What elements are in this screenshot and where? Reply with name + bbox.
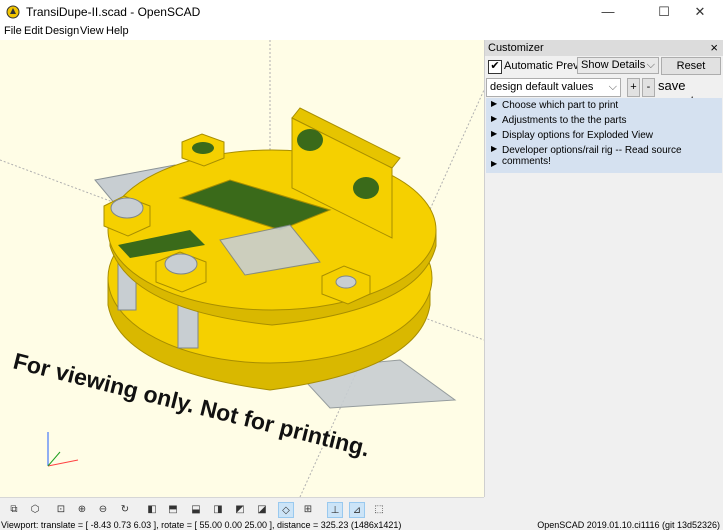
expand-triangle-icon: ▶ xyxy=(491,114,498,123)
view-left-icon[interactable]: ◨ xyxy=(210,502,226,518)
view-toolbar: ⧉ ⬡ ⊡ ⊕ ⊖ ↻ ◧ ⬒ ⬓ ◨ ◩ ◪ ◇ ⊞ ⊥ ⊿ ⬚ xyxy=(0,497,484,522)
preset-dropdown[interactable]: design default values ⌵ xyxy=(486,78,621,97)
show-edges-icon[interactable]: ⬚ xyxy=(371,502,387,518)
diagonal-view-icon[interactable]: ◇ xyxy=(278,502,294,518)
details-dropdown[interactable]: Show Details ⌵ xyxy=(577,57,659,74)
group-label: Choose which part to print xyxy=(502,100,619,111)
zoom-out-icon[interactable]: ⊖ xyxy=(95,502,111,518)
menu-view[interactable]: View xyxy=(80,25,104,37)
details-dropdown-value: Show Details xyxy=(581,59,646,71)
chevron-down-icon: ⌵ xyxy=(646,59,655,71)
show-axes-icon[interactable]: ⊥ xyxy=(327,502,343,518)
expand-triangle-icon: ▶ xyxy=(491,129,498,138)
group-developer-options[interactable]: ▶ Developer options/rail rig -- Read sou… xyxy=(486,143,722,167)
automatic-preview-checkbox[interactable]: ✔ xyxy=(488,60,502,74)
expand-triangle-icon: ▶ xyxy=(491,144,498,153)
expand-triangle-icon: ▶ xyxy=(491,99,498,108)
menu-file[interactable]: File xyxy=(4,25,22,37)
group-adjustments[interactable]: ▶ Adjustments to the the parts xyxy=(486,113,722,128)
add-preset-button[interactable]: + xyxy=(627,78,640,97)
view-all-icon[interactable]: ⊡ xyxy=(53,502,69,518)
center-view-icon[interactable]: ⊞ xyxy=(300,502,316,518)
title-bar: TransiDupe-II.scad - OpenSCAD — ☐ ✕ xyxy=(0,0,723,25)
expand-triangle-icon: ▶ xyxy=(491,159,498,168)
view-front-icon[interactable]: ◩ xyxy=(232,502,248,518)
minimize-button[interactable]: — xyxy=(585,0,631,24)
customizer-header: Customizer × xyxy=(485,40,723,56)
render-icon[interactable]: ⬡ xyxy=(27,502,43,518)
axis-gizmo xyxy=(47,432,79,467)
reset-view-icon[interactable]: ↻ xyxy=(117,502,133,518)
model-render: For viewing only. Not for printing. xyxy=(0,40,484,497)
group-label: Display options for Exploded View xyxy=(502,130,654,141)
viewport-status: Viewport: translate = [ -8.43 0.73 6.03 … xyxy=(1,521,402,530)
customizer-title: Customizer xyxy=(488,42,544,54)
group-choose-part[interactable]: ▶ Choose which part to print xyxy=(486,98,722,113)
zoom-in-icon[interactable]: ⊕ xyxy=(74,502,90,518)
group-label: Adjustments to the the parts xyxy=(502,115,627,126)
view-right-icon[interactable]: ◧ xyxy=(144,502,160,518)
parameter-groups: ▶ Choose which part to print ▶ Adjustmen… xyxy=(486,98,722,173)
openscad-app-icon xyxy=(6,5,20,19)
customizer-panel: Customizer × ✔ Automatic Preview Show De… xyxy=(484,40,723,497)
show-scale-icon[interactable]: ⊿ xyxy=(349,502,365,518)
group-unnamed[interactable]: ▶ xyxy=(486,158,722,173)
menu-design[interactable]: Design xyxy=(45,25,79,37)
chevron-down-icon: ⌵ xyxy=(608,81,617,93)
status-bar: Viewport: translate = [ -8.43 0.73 6.03 … xyxy=(0,521,723,530)
preset-dropdown-value: design default values xyxy=(490,81,594,93)
close-window-button[interactable]: ✕ xyxy=(677,0,723,24)
preview-icon[interactable]: ⧉ xyxy=(6,502,22,518)
bracket-hole-1 xyxy=(297,129,323,151)
menu-bar: File Edit Design View Help xyxy=(0,24,723,40)
view-bottom-icon[interactable]: ⬓ xyxy=(188,502,204,518)
view-top-icon[interactable]: ⬒ xyxy=(165,502,181,518)
view-back-icon[interactable]: ◪ xyxy=(254,502,270,518)
reset-button[interactable]: Reset xyxy=(661,57,721,75)
menu-edit[interactable]: Edit xyxy=(24,25,43,37)
bracket-hole-2 xyxy=(353,177,379,199)
version-status: OpenSCAD 2019.01.10.ci1116 (git 13d52326… xyxy=(537,521,720,530)
group-display-options[interactable]: ▶ Display options for Exploded View xyxy=(486,128,722,143)
menu-help[interactable]: Help xyxy=(106,25,129,37)
3d-viewport[interactable]: For viewing only. Not for printing. xyxy=(0,40,484,497)
customizer-close-icon[interactable]: × xyxy=(710,40,718,55)
remove-preset-button[interactable]: - xyxy=(642,78,655,97)
window-title: TransiDupe-II.scad - OpenSCAD xyxy=(26,5,201,19)
